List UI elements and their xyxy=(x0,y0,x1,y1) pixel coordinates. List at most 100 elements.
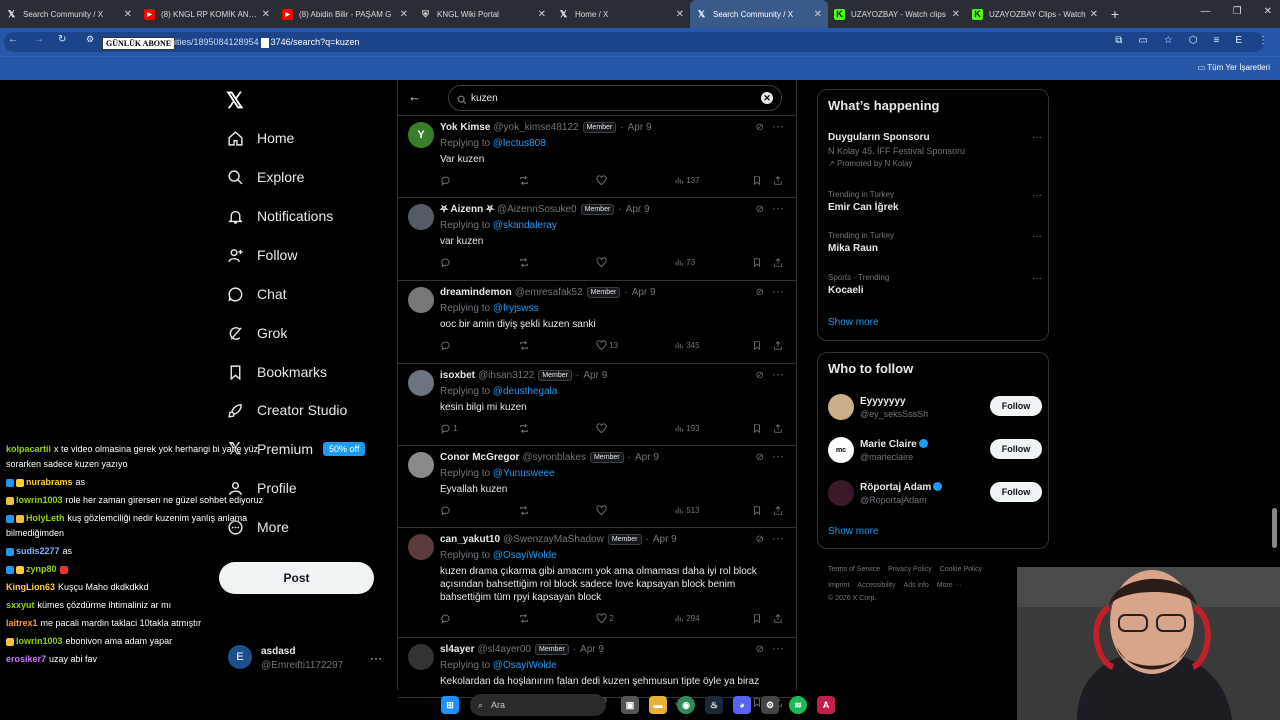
grok-icon[interactable]: ⊘ xyxy=(756,287,764,298)
tab-search-icon[interactable]: ≡ xyxy=(1213,35,1219,46)
like-button[interactable] xyxy=(596,505,609,516)
show-more-link[interactable]: Show more xyxy=(828,317,879,328)
tweet-date[interactable]: Apr 9 xyxy=(580,644,604,655)
footer-link[interactable]: Accessibility xyxy=(857,582,895,589)
nav-item-notifications[interactable]: Notifications xyxy=(226,202,333,230)
bookmark-button[interactable] xyxy=(752,340,762,351)
back-arrow-icon[interactable]: ← xyxy=(408,89,421,104)
back-icon[interactable]: ← xyxy=(8,34,18,45)
views-button[interactable]: 137 xyxy=(674,175,700,185)
clear-search-icon[interactable]: ✕ xyxy=(761,92,773,104)
tweet-author-handle[interactable]: @syronblakes xyxy=(522,452,586,463)
repost-button[interactable] xyxy=(518,423,530,434)
bookmark-button[interactable] xyxy=(752,175,762,186)
nav-item-home[interactable]: Home xyxy=(226,124,294,152)
tweet-author-handle[interactable]: @emresafak52 xyxy=(515,287,583,298)
reply-to-link[interactable]: @OsayiWolde xyxy=(493,660,557,671)
bookmark-button[interactable] xyxy=(752,423,762,434)
reply-to-link[interactable]: @OsayiWolde xyxy=(493,550,557,561)
close-tab-icon[interactable]: ✕ xyxy=(538,9,546,20)
footer-link[interactable]: Imprint xyxy=(828,582,849,589)
spotify-icon[interactable]: ≋ xyxy=(789,696,807,714)
avatar[interactable] xyxy=(408,644,434,670)
more-options-icon[interactable]: ··· xyxy=(772,201,784,215)
extensions-icon[interactable]: ⬡ xyxy=(1189,35,1198,46)
browser-tab[interactable]: K UZAYOZBAY Clips - Watch ✕ xyxy=(966,0,1104,28)
views-button[interactable]: 73 xyxy=(674,257,695,267)
trend-item[interactable]: Sports · Trending Kocaeli ··· xyxy=(828,273,1042,296)
share-button[interactable] xyxy=(773,257,783,268)
more-options-icon[interactable]: ··· xyxy=(772,641,784,655)
browser-tab[interactable]: ⛨ KNGL Wiki Portal ✕ xyxy=(414,0,552,28)
reply-button[interactable] xyxy=(440,505,453,516)
more-options-icon[interactable]: ··· xyxy=(1032,190,1042,201)
more-options-icon[interactable]: ··· xyxy=(772,367,784,381)
browser-tab-active[interactable]: 𝕏 Search Community / X ✕ xyxy=(690,0,828,28)
like-button[interactable]: 13 xyxy=(596,340,618,351)
follow-button[interactable]: Follow xyxy=(990,482,1042,502)
reply-to-link[interactable]: @fryjswss xyxy=(493,303,539,314)
more-options-icon[interactable]: ··· xyxy=(1032,231,1042,242)
like-button[interactable] xyxy=(596,257,609,268)
reply-button[interactable] xyxy=(440,257,453,268)
reply-to-link[interactable]: @skandaleray xyxy=(493,220,557,231)
repost-button[interactable] xyxy=(518,340,530,351)
like-button[interactable] xyxy=(596,423,609,434)
minimize-icon[interactable]: — xyxy=(1201,6,1211,17)
tweet[interactable]: Y Yok Kimse @yok_kimse48122 Member · Apr… xyxy=(398,116,796,198)
star-icon[interactable]: ☆ xyxy=(1164,35,1173,46)
browser-tab[interactable]: 𝕏 Home / X ✕ xyxy=(552,0,690,28)
close-window-icon[interactable]: ✕ xyxy=(1264,6,1272,17)
tweet-author-name[interactable]: Yok Kimse xyxy=(440,122,490,133)
more-options-icon[interactable]: ··· xyxy=(1032,132,1042,143)
nav-item-chat[interactable]: Chat xyxy=(226,280,287,308)
like-button[interactable]: 2 xyxy=(596,613,614,624)
nav-item-follow[interactable]: Follow xyxy=(226,241,297,269)
tweet-date[interactable]: Apr 9 xyxy=(632,287,656,298)
avatar[interactable] xyxy=(408,287,434,313)
show-more-link[interactable]: Show more xyxy=(828,526,879,537)
close-tab-icon[interactable]: ✕ xyxy=(400,9,408,20)
more-options-icon[interactable]: ··· xyxy=(772,284,784,298)
tweet-author-name[interactable]: Conor McGregor xyxy=(440,452,519,463)
grok-icon[interactable]: ⊘ xyxy=(756,644,764,655)
more-options-icon[interactable]: ··· xyxy=(1032,273,1042,284)
close-tab-icon[interactable]: ✕ xyxy=(676,9,684,20)
share-button[interactable] xyxy=(773,423,783,434)
bookmark-button[interactable] xyxy=(752,505,762,516)
x-logo-icon[interactable]: 𝕏 xyxy=(226,88,244,114)
browser-tab[interactable]: 𝕏 Search Community / X ✕ xyxy=(0,0,138,28)
translate-icon[interactable]: ⧉ xyxy=(1115,35,1122,46)
maximize-icon[interactable]: ❐ xyxy=(1233,6,1242,17)
more-options-icon[interactable]: ··· xyxy=(772,119,784,133)
profile-icon[interactable]: E xyxy=(1235,35,1242,46)
reply-button[interactable]: 1 xyxy=(440,423,458,434)
task-view-icon[interactable]: ▣ xyxy=(621,696,639,714)
search-input[interactable]: kuzen ✕ xyxy=(448,85,782,111)
close-tab-icon[interactable]: ✕ xyxy=(262,9,270,20)
all-bookmarks[interactable]: ▭ Tüm Yer İşaretleri xyxy=(1198,63,1270,72)
tweet[interactable]: sl4ayer @sl4ayer00 Member · Apr 9 ⊘ ··· … xyxy=(398,638,796,708)
file-explorer-icon[interactable]: ▬ xyxy=(649,696,667,714)
tweet-date[interactable]: Apr 9 xyxy=(628,122,652,133)
footer-link[interactable]: Privacy Policy xyxy=(888,566,932,573)
tweet-author-name[interactable]: sl4ayer xyxy=(440,644,474,655)
repost-button[interactable] xyxy=(518,257,530,268)
share-button[interactable] xyxy=(773,340,783,351)
avatar[interactable] xyxy=(408,452,434,478)
reply-to-link[interactable]: @lectus808 xyxy=(493,138,546,149)
more-options-icon[interactable]: ··· xyxy=(772,531,784,545)
nav-item-bookmarks[interactable]: Bookmarks xyxy=(226,358,327,386)
grok-icon[interactable]: ⊘ xyxy=(756,370,764,381)
tweet[interactable]: dreamindemon @emresafak52 Member · Apr 9… xyxy=(398,281,796,364)
settings-icon[interactable]: ⚙ xyxy=(761,696,779,714)
reply-to-link[interactable]: @Yunusweee xyxy=(493,468,555,479)
taskbar-search[interactable]: ⌕ Ara xyxy=(470,694,606,716)
avatar[interactable] xyxy=(408,534,434,560)
footer-link[interactable]: Cookie Policy xyxy=(940,566,982,573)
avatar[interactable] xyxy=(408,370,434,396)
tweet-author-handle[interactable]: @sl4ayer00 xyxy=(477,644,531,655)
follow-button[interactable]: Follow xyxy=(990,396,1042,416)
trend-item[interactable]: Trending in Turkey Emir Can İğrek ··· xyxy=(828,190,1042,213)
tweet-author-handle[interactable]: @AizennSosuke0 xyxy=(497,204,577,215)
